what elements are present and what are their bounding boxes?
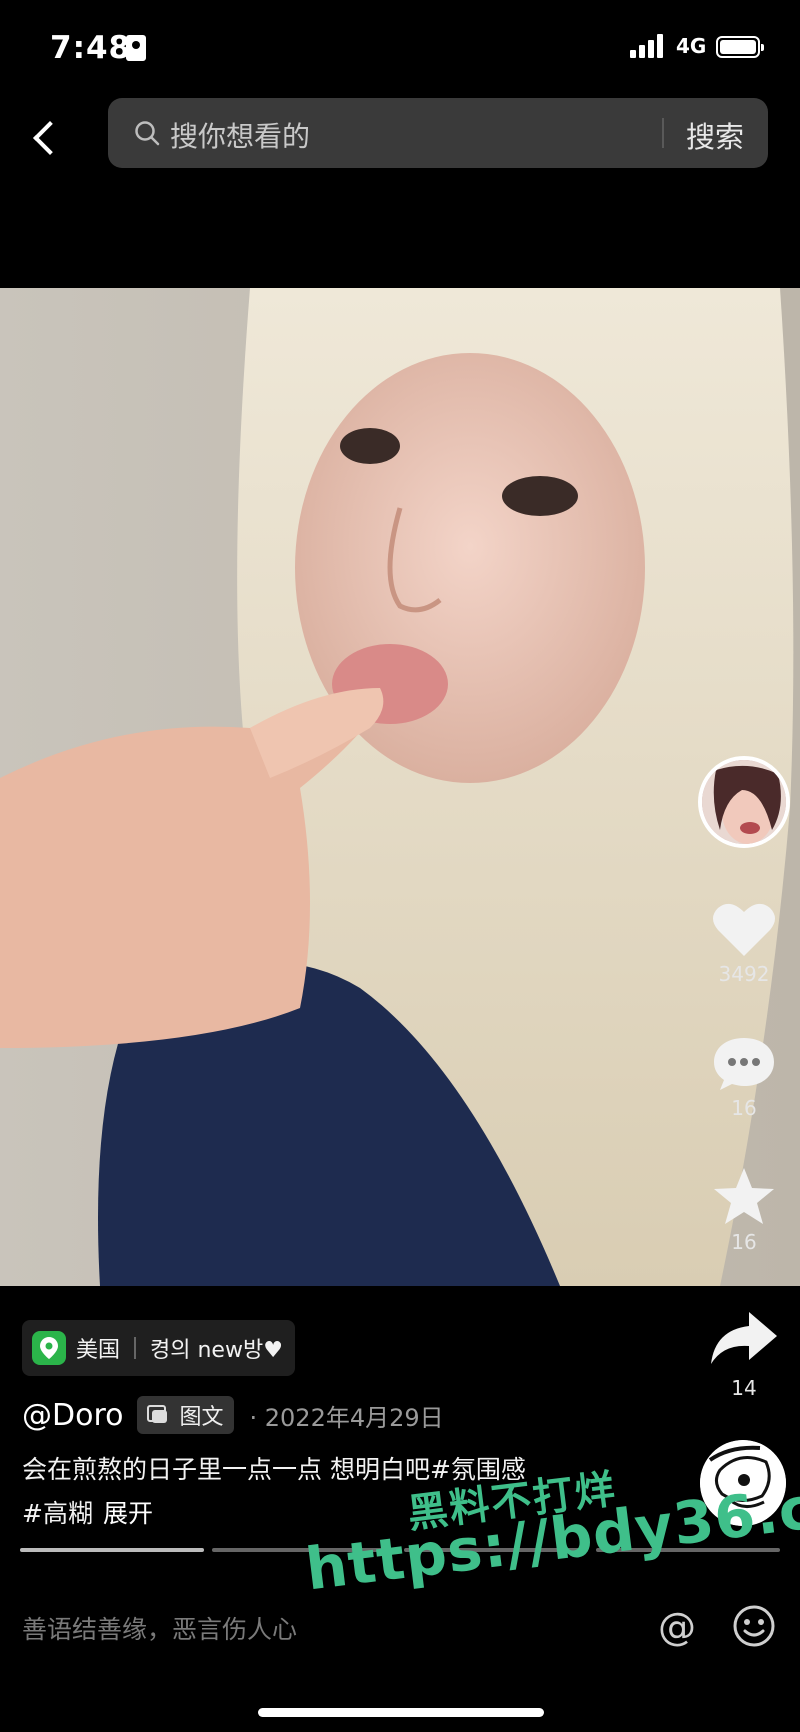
location-divider [134,1337,137,1359]
location-place: 켱의 new방♥ [150,1338,283,1363]
search-icon [135,121,160,146]
share-button[interactable]: 14 [702,1310,786,1400]
comment-count: 16 [731,1096,757,1120]
share-icon [711,1312,777,1364]
like-button[interactable]: 3492 [702,900,786,986]
favorite-count: 16 [731,1230,757,1254]
location-country: 美国 [76,1338,121,1363]
post-photo[interactable] [0,288,800,1286]
network-label: 4G [676,34,707,58]
search-divider [662,118,664,148]
search-input[interactable]: 搜你想看的 [170,115,310,155]
like-count: 3492 [718,962,770,986]
mention-icon[interactable]: @ [654,1604,700,1650]
emoji-icon[interactable] [732,1604,776,1648]
signal-icon [630,34,668,58]
post-date: · 2022年4月29日 [249,1403,444,1432]
location-chip[interactable]: 美国 켱의 new방♥ [22,1320,295,1376]
comment-input[interactable]: 善语结善缘，恶言伤人心 [22,1610,297,1646]
contact-badge-icon [126,35,146,61]
comment-icon [714,1038,774,1090]
battery-icon [716,36,764,58]
gallery-icon [147,1405,169,1425]
author-avatar[interactable] [698,756,790,848]
search-button[interactable]: 搜索 [686,114,744,156]
back-button[interactable] [24,112,68,162]
status-bar: 7:48 4G [0,0,800,96]
star-icon [714,1168,774,1224]
caption-hashtag[interactable]: #高糊 [22,1499,93,1528]
home-indicator [258,1708,544,1717]
author-row: @Doro 图文 · 2022年4月29日 [22,1392,444,1438]
location-pin-icon [32,1331,66,1365]
author-username[interactable]: @Doro [22,1398,123,1433]
expand-link[interactable]: 展开 [103,1499,153,1528]
post-type-label: 图文 [179,1405,224,1430]
comment-button[interactable]: 16 [702,1034,786,1120]
post-type-badge: 图文 [137,1396,234,1434]
favorite-button[interactable]: 16 [702,1166,786,1254]
search-bar[interactable]: 搜你想看的 搜索 [108,98,768,168]
progress-segment [20,1548,204,1552]
heart-icon [713,903,775,956]
status-time: 7:48 [50,30,132,66]
comment-bar: 善语结善缘，恶言伤人心 @ [0,1588,800,1668]
share-count: 14 [731,1376,757,1400]
caption-line-2: #高糊 展开 [22,1494,153,1530]
